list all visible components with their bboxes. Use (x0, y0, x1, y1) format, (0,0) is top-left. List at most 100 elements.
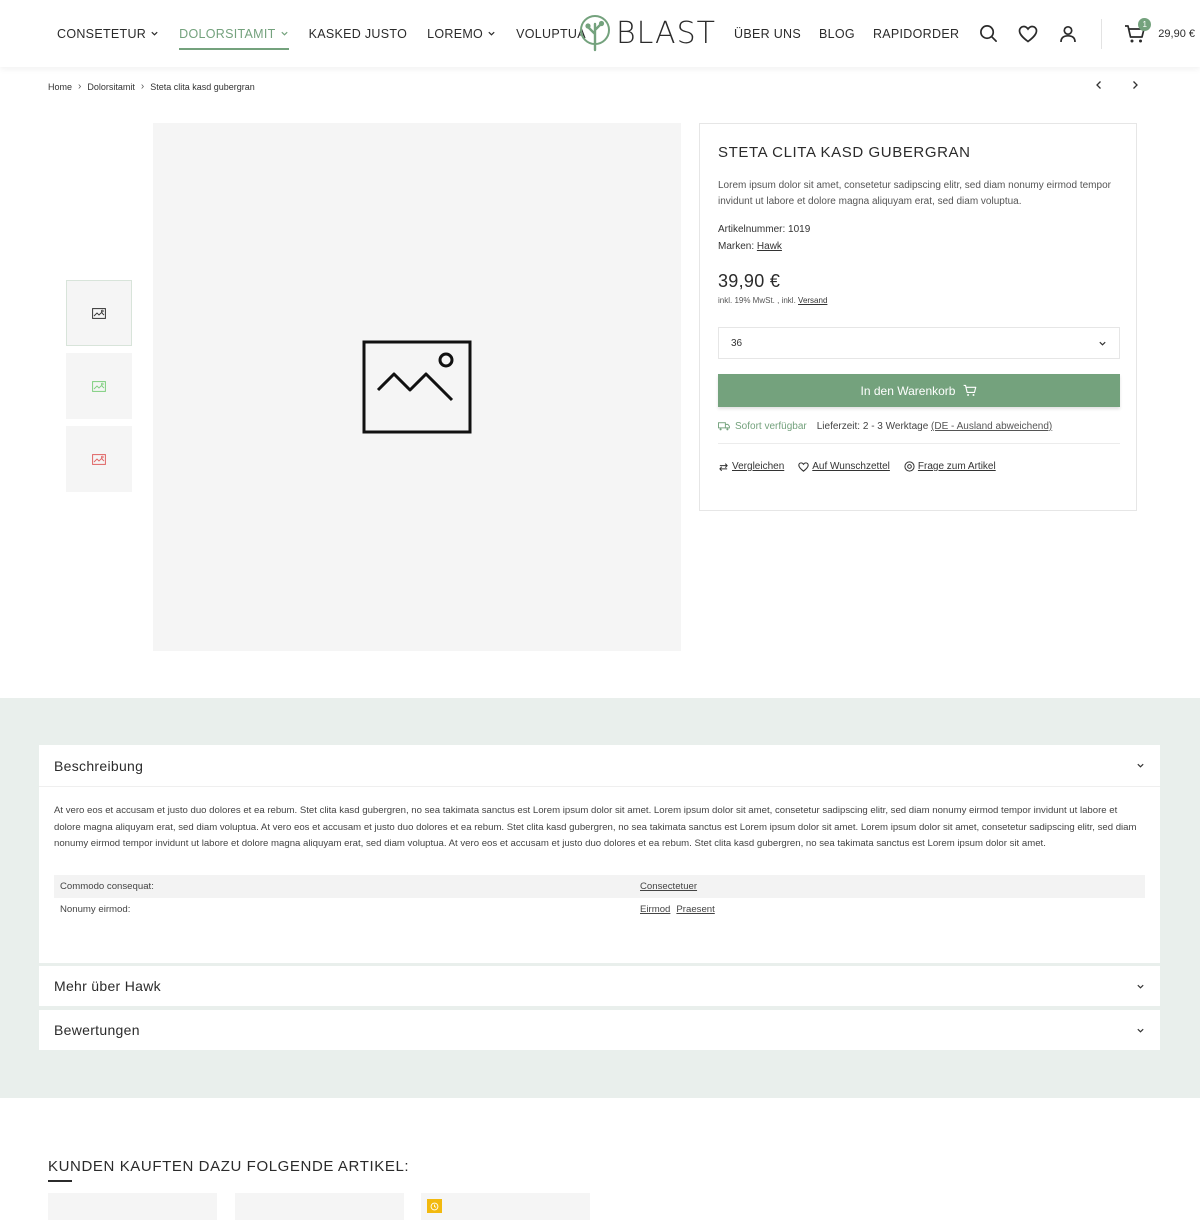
nav-item-dolorsitamit[interactable]: DOLORSITAMIT (179, 0, 290, 67)
nav-item-rapidorder[interactable]: RAPIDORDER (873, 0, 959, 67)
description-text: At vero eos et accusam et justo duo dolo… (54, 805, 1137, 849)
delivery-info: Sofort verfügbar Lieferzeit: 2 - 3 Werkt… (718, 421, 1118, 432)
brand-panel-title: Mehr über Hawk (54, 978, 161, 994)
property-key: Commodo consequat: (60, 880, 154, 892)
cart-count-badge: 1 (1138, 17, 1152, 31)
logo[interactable]: BLAST (578, 14, 716, 52)
product-card[interactable] (421, 1193, 590, 1220)
property-value-link[interactable]: Consectetuer (640, 881, 697, 892)
product-pager (1092, 78, 1142, 92)
add-to-wishlist-link[interactable]: Auf Wunschzettel (798, 461, 890, 472)
site-header: CONSETETUR DOLORSITAMIT KASKED JUSTO LOR… (0, 0, 1200, 67)
nav-item-voluptua[interactable]: VOLUPTUA (516, 0, 586, 67)
next-product-button[interactable] (1128, 78, 1142, 92)
chevron-down-icon (1099, 341, 1106, 346)
size-select[interactable]: 36 (718, 327, 1120, 359)
description-panel: Beschreibung At vero eos et accusam et j… (39, 745, 1160, 963)
nav-item-loremo[interactable]: LOREMO (427, 0, 496, 67)
cart-icon (964, 384, 977, 396)
brand-link[interactable]: Hawk (757, 241, 782, 252)
wishlist-button[interactable] (1017, 23, 1039, 45)
logo-text: BLAST (616, 15, 716, 51)
article-number-row: Artikelnummer: 1019 (718, 224, 811, 235)
description-body: At vero eos et accusam et justo duo dolo… (39, 786, 1160, 921)
breadcrumb-separator-icon: › (78, 81, 82, 92)
reviews-panel: Bewertungen (39, 1010, 1160, 1050)
thumbnail-3[interactable] (66, 426, 132, 492)
brand-panel: Mehr über Hawk (39, 966, 1160, 1006)
cart-button[interactable]: 1 29,90 € (1124, 17, 1195, 44)
nav-item-blog[interactable]: BLOG (819, 0, 855, 67)
tax-info: inkl. 19% MwSt. , inkl. Versand (718, 296, 828, 305)
image-placeholder-icon (362, 340, 472, 434)
user-icon (1060, 25, 1077, 42)
thumbnail-2[interactable] (66, 353, 132, 419)
nav-item-consetetur[interactable]: CONSETETUR (57, 0, 159, 67)
properties-table: Commodo consequat: Consectetuer Nonumy e… (54, 874, 1145, 921)
product-price: 39,90 € (718, 271, 781, 291)
breadcrumb-home[interactable]: Home (48, 82, 72, 92)
property-row: Commodo consequat: Consectetuer (54, 874, 1145, 898)
availability: Sofort verfügbar (718, 421, 807, 432)
chevron-down-icon (1137, 1028, 1144, 1033)
add-to-cart-button[interactable]: In den Warenkorb (718, 374, 1120, 407)
truck-icon (718, 422, 730, 431)
property-value-link[interactable]: Praesent (676, 904, 714, 915)
cart-total: 29,90 € (1158, 27, 1195, 40)
thumbnail-1[interactable] (66, 280, 132, 346)
property-values: Eirmod Praesent (640, 904, 715, 915)
property-value-link[interactable]: Eirmod (640, 904, 670, 915)
title-underline (48, 1180, 72, 1182)
chevron-down-icon (280, 31, 288, 36)
image-placeholder-icon (92, 453, 106, 465)
breadcrumb: Home › Dolorsitamit › Steta clita kasd g… (48, 81, 255, 92)
compare-link[interactable]: Vergleichen (718, 461, 784, 472)
chevron-left-icon (1096, 81, 1101, 89)
property-values: Consectetuer (640, 881, 697, 892)
brand-row: Marken: Hawk (718, 241, 782, 252)
product-short-description: Lorem ipsum dolor sit amet, consetetur s… (718, 180, 1111, 207)
product-card[interactable] (235, 1193, 404, 1220)
product-card[interactable] (48, 1193, 217, 1220)
chevron-down-icon (1137, 763, 1144, 768)
secondary-nav: ÜBER UNS BLOG RAPIDORDER 1 29,90 € (734, 0, 1195, 67)
product-meta: Artikelnummer: 1019 Marken: Hawk (718, 221, 1118, 255)
search-button[interactable] (977, 23, 999, 45)
breadcrumb-separator-icon: › (140, 81, 145, 92)
product-question-link[interactable]: Frage zum Artikel (904, 461, 996, 472)
delivery-time: Lieferzeit: 2 - 3 Werktage (DE - Ausland… (816, 421, 1053, 432)
article-number: 1019 (788, 224, 811, 235)
property-key: Nonumy eirmod: (60, 903, 131, 915)
shipping-link[interactable]: Versand (798, 296, 827, 305)
breadcrumb-current: Steta clita kasd gubergran (150, 81, 255, 92)
image-placeholder-icon (92, 380, 106, 392)
main-product-image[interactable] (153, 123, 681, 651)
main-nav: CONSETETUR DOLORSITAMIT KASKED JUSTO LOR… (57, 0, 586, 67)
size-select-value: 36 (731, 337, 743, 349)
cross-selling-title: KUNDEN KAUFTEN DAZU FOLGENDE ARTIKEL: (48, 1158, 410, 1175)
chevron-down-icon (1137, 984, 1144, 989)
search-icon (979, 25, 997, 42)
reviews-toggle[interactable]: Bewertungen (39, 1010, 1160, 1050)
support-icon (904, 461, 915, 472)
buy-box: STETA CLITA KASD GUBERGRAN Lorem ipsum d… (699, 123, 1137, 511)
heart-icon (798, 461, 809, 472)
chevron-right-icon (1133, 81, 1138, 89)
nav-item-ueber-uns[interactable]: ÜBER UNS (734, 0, 801, 67)
delivery-abroad-link[interactable]: (DE - Ausland abweichend) (931, 421, 1052, 432)
tree-logo-icon (580, 15, 610, 52)
prev-product-button[interactable] (1092, 78, 1106, 92)
description-toggle[interactable]: Beschreibung (39, 745, 1160, 786)
product-actions: Vergleichen Auf Wunschzettel Frage zum A… (718, 461, 1118, 472)
product-title: STETA CLITA KASD GUBERGRAN (718, 144, 971, 161)
breadcrumb-category[interactable]: Dolorsitamit (87, 82, 135, 92)
account-button[interactable] (1057, 23, 1079, 45)
clock-icon (430, 1202, 439, 1210)
compare-icon (719, 462, 728, 471)
nav-item-kasked-justo[interactable]: KASKED JUSTO (309, 0, 408, 67)
chevron-down-icon (151, 31, 158, 36)
header-divider (1101, 18, 1103, 49)
product-detail-tabs: Beschreibung At vero eos et accusam et j… (0, 698, 1200, 1098)
reviews-title: Bewertungen (54, 1022, 140, 1038)
brand-toggle[interactable]: Mehr über Hawk (39, 966, 1160, 1006)
